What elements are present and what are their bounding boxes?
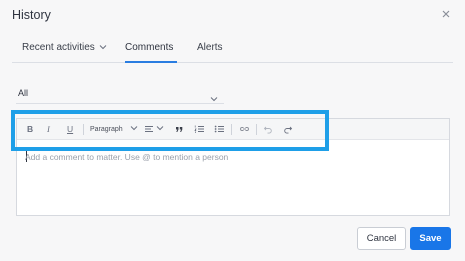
toolbar-divider bbox=[256, 124, 257, 135]
chevron-down-icon bbox=[210, 90, 218, 102]
tab-alerts[interactable]: Alerts bbox=[197, 42, 223, 53]
close-icon[interactable] bbox=[440, 8, 452, 20]
comment-input[interactable]: Add a comment to matter. Use @ to mentio… bbox=[25, 152, 443, 212]
tab-label: Comments bbox=[125, 42, 174, 53]
align-icon[interactable] bbox=[144, 124, 154, 137]
numbered-list-icon[interactable] bbox=[194, 124, 205, 137]
bulleted-list-icon[interactable] bbox=[214, 124, 225, 137]
italic-icon[interactable]: I bbox=[47, 123, 50, 136]
editor-toolbar: B I U Paragraph bbox=[17, 119, 449, 140]
underline-icon[interactable]: U bbox=[67, 123, 73, 136]
dialog-header: History bbox=[0, 0, 465, 32]
toolbar-divider bbox=[231, 124, 232, 135]
toolbar-divider bbox=[83, 124, 84, 135]
paragraph-format-select[interactable]: Paragraph bbox=[90, 123, 123, 136]
chevron-down-icon[interactable] bbox=[130, 124, 138, 137]
chevron-down-icon bbox=[99, 43, 107, 51]
tab-bar: Recent activities Comments Alerts bbox=[12, 32, 453, 63]
tab-label: Recent activities bbox=[22, 42, 95, 53]
tab-recent-activities[interactable]: Recent activities bbox=[22, 42, 107, 53]
link-icon[interactable] bbox=[239, 124, 250, 137]
dialog-title: History bbox=[12, 8, 51, 22]
comment-editor: B I U Paragraph Add a comment to matter.… bbox=[16, 118, 450, 216]
save-button[interactable]: Save bbox=[410, 227, 451, 250]
tab-label: Alerts bbox=[197, 42, 223, 53]
redo-icon[interactable] bbox=[283, 124, 293, 137]
history-dialog: History Recent activities Comments Alert… bbox=[0, 0, 465, 261]
tab-comments[interactable]: Comments bbox=[125, 42, 173, 53]
cancel-button[interactable]: Cancel bbox=[357, 227, 406, 250]
filter-value: All bbox=[18, 88, 29, 98]
active-tab-indicator bbox=[125, 61, 177, 63]
blockquote-icon[interactable] bbox=[174, 124, 184, 137]
bold-icon[interactable]: B bbox=[27, 123, 33, 136]
filter-select[interactable]: All bbox=[16, 84, 224, 104]
undo-icon[interactable] bbox=[263, 124, 273, 137]
chevron-down-icon[interactable] bbox=[156, 124, 164, 137]
